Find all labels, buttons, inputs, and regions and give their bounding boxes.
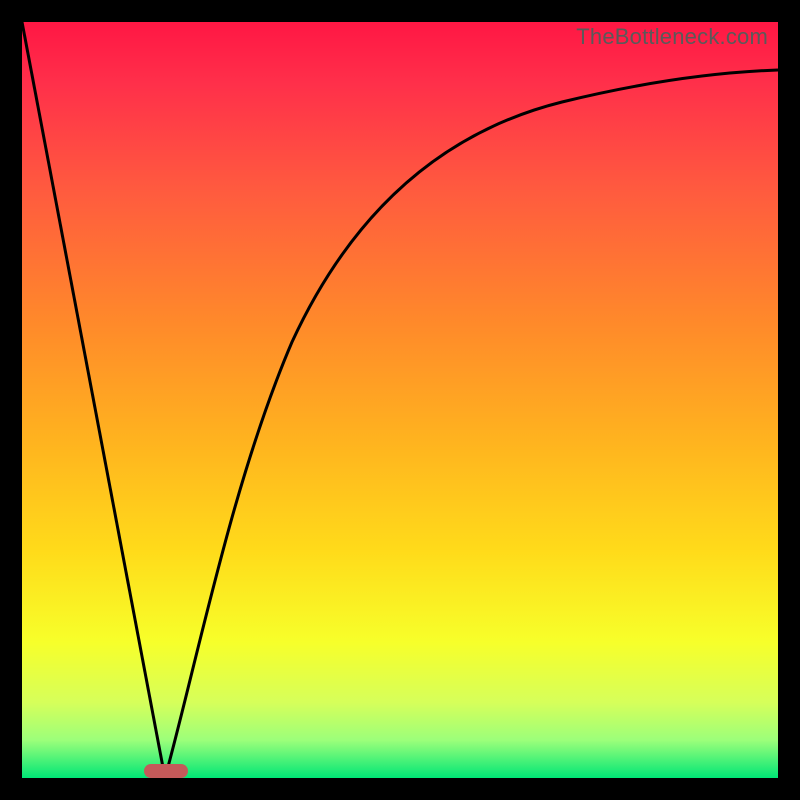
watermark-text: TheBottleneck.com — [576, 24, 768, 50]
right-curve — [165, 70, 778, 778]
chart-frame: TheBottleneck.com — [0, 0, 800, 800]
optimal-marker — [144, 764, 188, 778]
curves-layer — [22, 22, 778, 778]
left-line — [22, 22, 165, 778]
plot-area: TheBottleneck.com — [22, 22, 778, 778]
